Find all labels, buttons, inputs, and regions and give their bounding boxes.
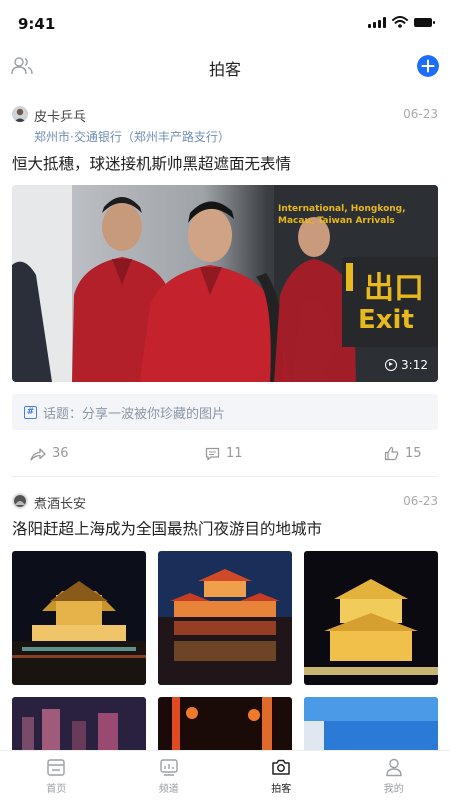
post-header: 煮酒长安 06-23 (12, 489, 438, 513)
tab-profile[interactable]: 我的 (338, 751, 450, 800)
status-time: 9:41 (18, 15, 56, 33)
share-button[interactable]: 36 (30, 446, 69, 461)
photo-thumbnail[interactable] (158, 697, 292, 750)
channel-icon (160, 759, 178, 776)
comment-button[interactable]: 11 (205, 446, 243, 461)
add-button[interactable] (417, 55, 439, 77)
topic-text: 话题：分享一波被你珍藏的图片 (43, 406, 226, 422)
divider (12, 476, 438, 477)
hashtag-icon: # (24, 405, 37, 419)
tab-camera[interactable]: 拍客 (225, 751, 338, 800)
share-count: 36 (52, 446, 69, 461)
battery-icon (414, 17, 435, 27)
comment-count: 11 (226, 446, 243, 461)
post-location[interactable]: 郑州市·交通银行（郑州丰产路支行） (34, 128, 438, 146)
post-title[interactable]: 恒大抵穗，球迷接机斯帅黑超遮面无表情 (12, 152, 438, 176)
video-duration: 3:12 (385, 358, 428, 372)
tab-label: 拍客 (271, 784, 292, 795)
photo-thumbnail[interactable] (12, 697, 146, 750)
post-card[interactable]: 皮卡乒乓 06-23 郑州市·交通银行（郑州丰产路支行） 恒大抵穗，球迷接机斯帅… (0, 102, 450, 476)
tab-home[interactable]: 首页 (0, 751, 113, 800)
avatar[interactable] (12, 106, 28, 122)
home-icon (47, 759, 65, 776)
like-count: 15 (405, 446, 422, 461)
tab-channel[interactable]: 频道 (113, 751, 226, 800)
like-button[interactable]: 15 (384, 446, 422, 461)
play-icon (385, 359, 398, 371)
status-icons (368, 16, 435, 28)
profile-icon (386, 758, 402, 777)
author-name[interactable]: 皮卡乒乓 (34, 106, 86, 125)
post-title[interactable]: 洛阳赶超上海成为全国最热门夜游目的地城市 (12, 517, 438, 541)
tab-label: 频道 (158, 784, 179, 795)
topic-tag[interactable]: # 话题：分享一波被你珍藏的图片 (12, 394, 438, 430)
signal-icon (368, 16, 386, 28)
share-icon (30, 447, 46, 461)
avatar[interactable] (12, 493, 28, 509)
status-bar: 9:41 (0, 0, 450, 44)
post-header: 皮卡乒乓 06-23 (12, 102, 438, 126)
photo-thumbnail[interactable] (304, 551, 438, 685)
post-date: 06-23 (403, 494, 438, 508)
feed: 皮卡乒乓 06-23 郑州市·交通银行（郑州丰产路支行） 恒大抵穗，球迷接机斯帅… (0, 90, 450, 750)
video-thumbnail[interactable]: International, Hongkong, Macau, Taiwan A… (12, 185, 438, 382)
tab-label: 我的 (383, 784, 404, 795)
photo-thumbnail[interactable] (12, 551, 146, 685)
image-grid (12, 551, 438, 685)
photo-thumbnail[interactable] (158, 551, 292, 685)
thumbs-up-icon (384, 446, 399, 461)
duration-text: 3:12 (401, 358, 428, 372)
sign-subtitle: International, Hongkong, Macau, Taiwan A… (278, 204, 406, 226)
sign-text-cn: 出口 (364, 271, 424, 306)
post-card[interactable]: 煮酒长安 06-23 洛阳赶超上海成为全国最热门夜游目的地城市 (0, 489, 450, 750)
image-grid (12, 697, 438, 750)
sign-text-en: Exit (358, 305, 414, 335)
nav-bar: 拍客 (0, 44, 450, 90)
wifi-icon (392, 16, 408, 28)
photo-thumbnail[interactable] (304, 697, 438, 750)
camera-icon (272, 759, 290, 775)
page-title: 拍客 (208, 60, 241, 79)
author-name[interactable]: 煮酒长安 (34, 493, 86, 512)
post-actions: 36 11 15 (12, 432, 438, 476)
comment-icon (205, 447, 220, 460)
tab-label: 首页 (46, 784, 67, 795)
post-date: 06-23 (403, 107, 438, 121)
tab-bar: 首页 频道 拍客 我的 (0, 750, 450, 800)
